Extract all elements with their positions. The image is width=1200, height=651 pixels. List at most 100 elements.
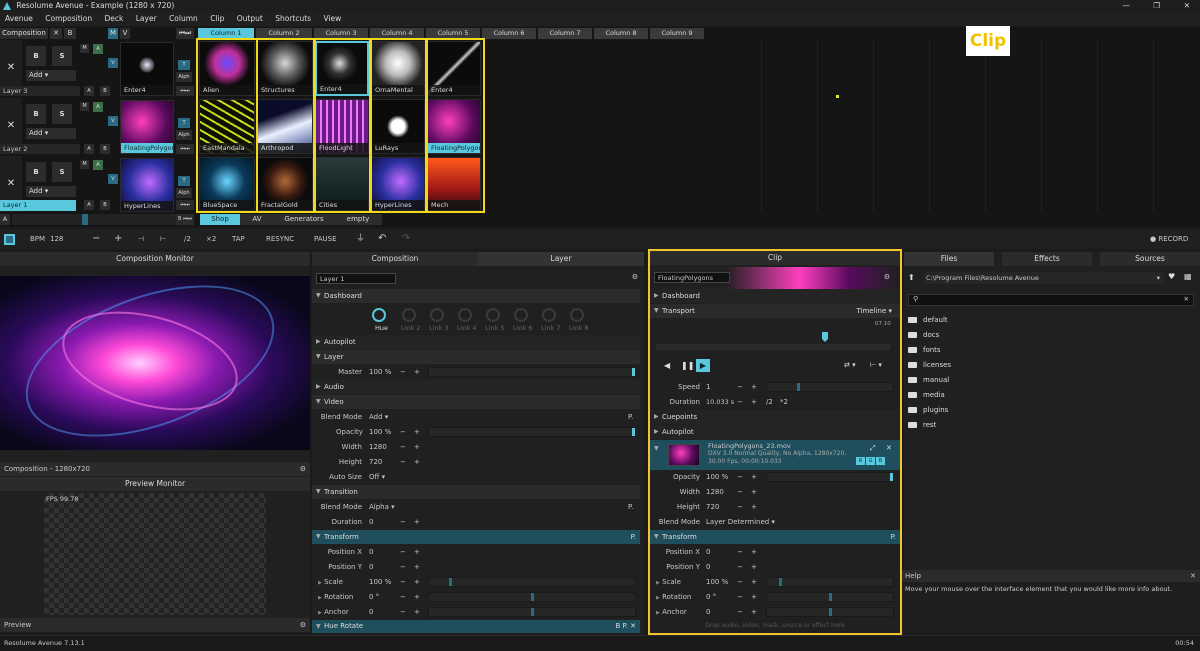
layer-1-solo-button[interactable]: S bbox=[52, 162, 72, 182]
maximize-button[interactable]: ❐ bbox=[1153, 0, 1160, 12]
rotation-minus-button[interactable]: − bbox=[400, 590, 406, 604]
clear-search-icon[interactable]: ✕ bbox=[1184, 295, 1189, 303]
menu-column[interactable]: Column bbox=[169, 14, 198, 23]
bpm-value[interactable]: 128 bbox=[50, 232, 63, 246]
opacity-value[interactable]: 100 % bbox=[369, 425, 391, 439]
master-value[interactable]: 100 % bbox=[369, 365, 391, 379]
tab-effects[interactable]: Effects bbox=[1002, 252, 1092, 266]
gear-icon[interactable]: ⚙ bbox=[300, 618, 306, 632]
clip-scale-minus[interactable]: − bbox=[737, 575, 743, 589]
timeline-dropdown[interactable]: Timeline ▾ bbox=[856, 304, 892, 318]
clip-transform-section[interactable]: ▼ Transform P. bbox=[650, 530, 900, 544]
clip-width-minus[interactable]: − bbox=[737, 485, 743, 499]
layer-3-b-crossfade[interactable]: B bbox=[100, 86, 110, 96]
clip-opacity-plus[interactable]: + bbox=[751, 470, 757, 484]
param-button[interactable]: P. bbox=[628, 500, 633, 514]
posy-plus-button[interactable]: + bbox=[414, 560, 420, 574]
clip-rotation-minus[interactable]: − bbox=[737, 590, 743, 604]
param-button[interactable]: P. bbox=[631, 530, 636, 544]
layer-3-v-button[interactable]: V bbox=[108, 58, 118, 68]
slider-handle[interactable] bbox=[531, 593, 534, 601]
folder-item[interactable]: default bbox=[908, 313, 948, 328]
anchor-value[interactable]: 0 bbox=[369, 605, 373, 619]
close-icon[interactable]: ✕ bbox=[886, 444, 892, 452]
clip-scale-value[interactable]: 100 % bbox=[706, 575, 728, 589]
layer-2-v-button[interactable]: V bbox=[108, 116, 118, 126]
undo-icon[interactable]: ↶ bbox=[378, 232, 386, 246]
resync-button[interactable]: RESYNC bbox=[266, 232, 294, 246]
layer-2-bypass-button[interactable]: B bbox=[26, 104, 46, 124]
composition-bypass-button[interactable]: B bbox=[64, 28, 76, 39]
rotation-row[interactable]: ▶ Rotation bbox=[318, 590, 362, 604]
duration-half-button[interactable]: /2 bbox=[766, 395, 773, 409]
tab-files[interactable]: Files bbox=[904, 252, 994, 266]
pause-icon[interactable]: ❚❚ bbox=[681, 361, 694, 370]
crossfader-handle[interactable] bbox=[82, 214, 88, 225]
duration-value[interactable]: 10.033 s bbox=[706, 395, 734, 409]
layer-1-a-crossfade[interactable]: A bbox=[84, 200, 94, 210]
clip-timeline-bar[interactable] bbox=[656, 332, 890, 350]
rotation-value[interactable]: 0 ° bbox=[369, 590, 379, 604]
deck-tab-empty[interactable]: empty bbox=[334, 214, 382, 225]
anchor-minus-button[interactable]: − bbox=[400, 605, 406, 619]
layer-1-name[interactable]: Layer 1 bbox=[0, 200, 76, 211]
anchor-row[interactable]: ▶ Anchor bbox=[318, 605, 362, 619]
slider-handle[interactable] bbox=[829, 608, 832, 616]
loop-mode-dropdown[interactable]: ⇄ ▾ bbox=[844, 361, 856, 369]
link-knob[interactable] bbox=[402, 308, 416, 322]
hue-rotate-section[interactable]: ▼ Hue Rotate B P. ✕ bbox=[312, 620, 640, 633]
bpm-plus-button[interactable]: + bbox=[114, 232, 122, 246]
clip-posx-value[interactable]: 0 bbox=[706, 545, 710, 559]
tab-sources[interactable]: Sources bbox=[1100, 252, 1200, 266]
layer-1-preview-thumbnail[interactable]: HyperLines bbox=[120, 158, 174, 212]
folder-item[interactable]: fonts bbox=[908, 343, 941, 358]
menu-layer[interactable]: Layer bbox=[136, 14, 157, 23]
record-button[interactable]: ● RECORD bbox=[1150, 232, 1188, 246]
position-x-value[interactable]: 0 bbox=[369, 545, 373, 559]
slider-handle[interactable] bbox=[531, 608, 534, 616]
clip-anchor-slider[interactable] bbox=[766, 607, 894, 617]
bpm-lock-icon[interactable]: ⏚ bbox=[356, 232, 365, 246]
layer-1-bypass-button[interactable]: B bbox=[26, 162, 46, 182]
link-knob[interactable] bbox=[430, 308, 444, 322]
g-channel-button[interactable]: G bbox=[866, 457, 875, 465]
clip-posx-minus[interactable]: − bbox=[737, 545, 743, 559]
path-dropdown[interactable]: C:\Program Files\Resolume Avenue ▾ bbox=[924, 272, 1164, 284]
slider-handle[interactable] bbox=[632, 428, 635, 436]
nudge-back-button[interactable]: ⊣ bbox=[138, 232, 144, 246]
folder-item[interactable]: docs bbox=[908, 328, 939, 343]
deck-tab-generators[interactable]: Generators bbox=[274, 214, 334, 225]
folder-item[interactable]: rest bbox=[908, 418, 936, 433]
clip-scale-plus[interactable]: + bbox=[751, 575, 757, 589]
menu-view[interactable]: View bbox=[323, 14, 341, 23]
clip-posy-value[interactable]: 0 bbox=[706, 560, 710, 574]
speed-minus-button[interactable]: − bbox=[737, 380, 743, 394]
layer-2-solo-button[interactable]: S bbox=[52, 104, 72, 124]
layer-2-name[interactable]: Layer 2 bbox=[0, 144, 80, 154]
auto-size-dropdown[interactable]: Off ▾ bbox=[369, 470, 385, 484]
clip-posy-plus[interactable]: + bbox=[751, 560, 757, 574]
posx-minus-button[interactable]: − bbox=[400, 545, 406, 559]
transform-section[interactable]: ▼ Transform P. bbox=[312, 530, 640, 544]
menu-deck[interactable]: Deck bbox=[105, 14, 124, 23]
pause-button[interactable]: PAUSE bbox=[314, 232, 337, 246]
clip-name-field[interactable]: FloatingPolygons bbox=[654, 272, 730, 283]
clip-scale-slider[interactable] bbox=[766, 577, 894, 587]
master-slider[interactable] bbox=[428, 367, 636, 377]
slider-handle[interactable] bbox=[797, 383, 800, 391]
layer-3-preview-thumbnail[interactable]: Enter4 bbox=[120, 42, 174, 96]
clip-width-value[interactable]: 1280 bbox=[706, 485, 724, 499]
r-channel-button[interactable]: R bbox=[856, 457, 865, 465]
clip-posy-minus[interactable]: − bbox=[737, 560, 743, 574]
position-y-value[interactable]: 0 bbox=[369, 560, 373, 574]
nudge-forward-button[interactable]: ⊢ bbox=[160, 232, 166, 246]
layer-3-a-crossfade[interactable]: A bbox=[84, 86, 94, 96]
clip-anchor-plus[interactable]: + bbox=[751, 605, 757, 619]
source-file-row[interactable]: ▼ FloatingPolygons_23.mov DXV 3.0 Normal… bbox=[650, 440, 900, 470]
duration-minus-button[interactable]: − bbox=[737, 395, 743, 409]
master-minus-button[interactable]: − bbox=[400, 365, 406, 379]
play-reverse-icon[interactable]: ◀ bbox=[664, 361, 670, 370]
link-knob[interactable] bbox=[458, 308, 472, 322]
minimize-button[interactable]: — bbox=[1123, 0, 1131, 12]
clip-anchor-row[interactable]: ▶ Anchor bbox=[656, 605, 700, 619]
